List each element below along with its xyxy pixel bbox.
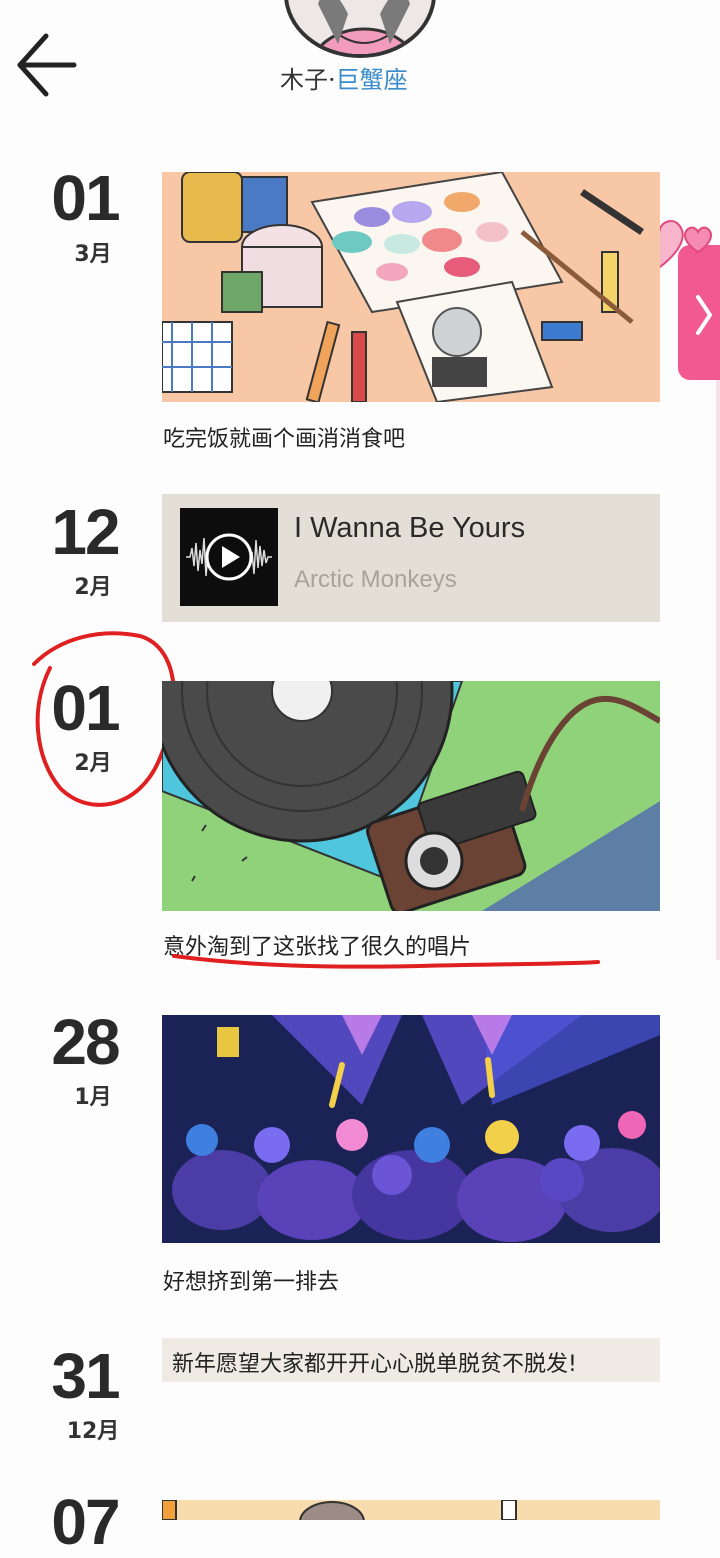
side-divider [716,360,720,960]
post-day: 12 [51,496,120,568]
post-image-painting[interactable] [162,172,660,402]
music-card[interactable]: I Wanna Be Yours Arctic Monkeys [162,494,660,622]
profile-zodiac: 巨蟹座 [335,66,408,94]
post-month: 1月 [74,1085,112,1110]
post-day: 01 [51,162,120,234]
post-month: 2月 [74,575,112,600]
post-image-vinyl[interactable] [162,681,660,911]
song-artist: Arctic Monkeys [294,566,457,593]
post-image-concert[interactable] [162,1015,660,1243]
profile-name: 木子·巨蟹座 [280,60,450,95]
post-day: 07 [51,1486,120,1558]
post-day: 28 [51,1006,120,1078]
post-month: 3月 [74,242,112,267]
post-image-partial[interactable] [162,1500,660,1520]
back-button[interactable] [14,30,80,100]
song-title: I Wanna Be Yours [294,512,526,544]
profile-nickname: 木子· [280,66,336,94]
post-day: 31 [51,1340,120,1412]
album-cover[interactable] [180,508,278,606]
post-month: 12月 [66,1419,120,1444]
post-caption: 吃完饭就画个画消消食吧 [163,427,406,452]
post-text-card[interactable]: 新年愿望大家都开开心心脱单脱贫不脱发! [162,1338,660,1382]
post-caption: 好想挤到第一排去 [163,1270,340,1295]
red-circle-annotation [32,631,176,807]
avatar[interactable] [284,0,436,58]
arrow-left-icon [17,33,77,97]
red-underline-annotation [172,954,600,969]
